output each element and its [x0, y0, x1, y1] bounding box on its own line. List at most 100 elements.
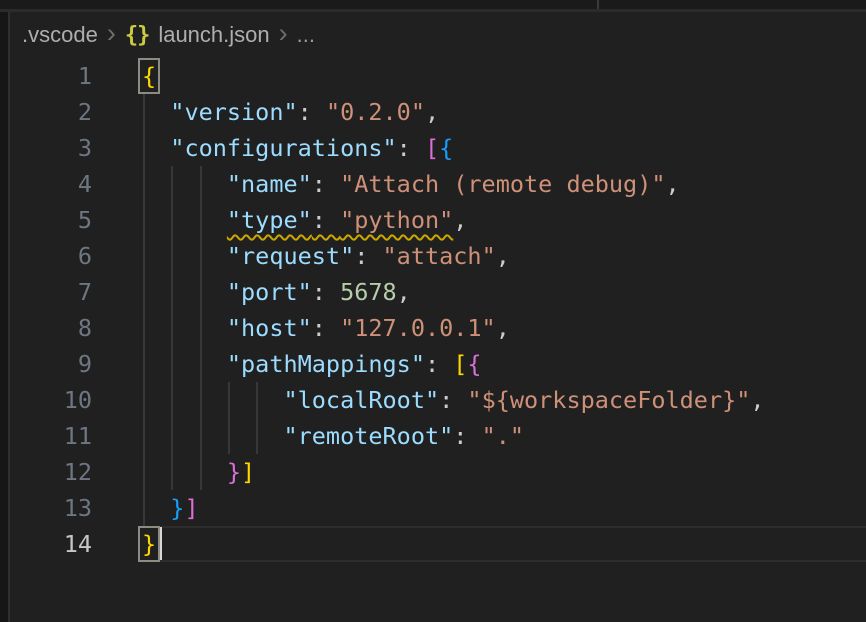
- gutter: 1234567891011121314: [10, 58, 92, 562]
- code-token: [142, 98, 170, 126]
- code-token: "127.0.0.1": [340, 314, 496, 342]
- code-token: ]: [241, 458, 255, 486]
- code-line[interactable]: "host": "127.0.0.1",: [142, 310, 866, 346]
- text-cursor: [159, 527, 162, 560]
- code-token: ,: [750, 386, 764, 414]
- code-line[interactable]: }]: [142, 490, 866, 526]
- code-token: [: [453, 350, 467, 378]
- line-number[interactable]: 12: [10, 454, 92, 490]
- code-token: [142, 242, 227, 270]
- code-token: "host": [227, 314, 312, 342]
- code-token: 5678: [340, 278, 397, 306]
- code-line[interactable]: "remoteRoot": ".": [142, 418, 866, 454]
- code-token: [142, 206, 227, 234]
- code-token: :: [354, 242, 382, 270]
- code-token: :: [425, 350, 453, 378]
- code-token: [142, 494, 170, 522]
- code-editor[interactable]: 1234567891011121314 { "version": "0.2.0"…: [10, 58, 866, 562]
- code-token: ".": [482, 422, 524, 450]
- code-token: }: [170, 494, 184, 522]
- line-number[interactable]: 1: [10, 58, 92, 94]
- breadcrumb-item-file[interactable]: launch.json: [158, 22, 269, 48]
- code-line[interactable]: "name": "Attach (remote debug)",: [142, 166, 866, 202]
- code-token: "port": [227, 278, 312, 306]
- line-number[interactable]: 5: [10, 202, 92, 238]
- line-number[interactable]: 7: [10, 274, 92, 310]
- code-token: :: [312, 278, 340, 306]
- code-line[interactable]: }: [142, 526, 866, 562]
- code-token: :: [453, 422, 481, 450]
- code-token: ,: [496, 242, 510, 270]
- code-token: :: [312, 170, 340, 198]
- breadcrumb-item-folder[interactable]: .vscode: [22, 22, 98, 48]
- code-token: [142, 314, 227, 342]
- code-token: "0.2.0": [326, 98, 425, 126]
- line-number[interactable]: 4: [10, 166, 92, 202]
- code-token: [142, 350, 227, 378]
- left-rail: [0, 12, 8, 622]
- breadcrumb: .vscode › {} launch.json › ...: [10, 12, 866, 58]
- line-number[interactable]: 10: [10, 382, 92, 418]
- code-token: "configurations": [170, 134, 396, 162]
- code-token: [142, 134, 170, 162]
- code-token: ,: [397, 278, 411, 306]
- code-token: "localRoot": [283, 386, 439, 414]
- code-line[interactable]: "pathMappings": [{: [142, 346, 866, 382]
- code-token: "version": [170, 98, 297, 126]
- code-token: [142, 458, 227, 486]
- line-number[interactable]: 8: [10, 310, 92, 346]
- chevron-right-icon: ›: [279, 20, 288, 51]
- code-token: [: [425, 134, 439, 162]
- code-line[interactable]: "configurations": [{: [142, 130, 866, 166]
- tab-bar: [0, 0, 866, 9]
- code-token: [142, 422, 283, 450]
- breadcrumb-symbol-ellipsis[interactable]: ...: [297, 22, 315, 48]
- warning-squiggle: "type": "python": [227, 206, 453, 234]
- tab-divider: [597, 0, 599, 9]
- code-token: [142, 170, 227, 198]
- code-line[interactable]: "version": "0.2.0",: [142, 94, 866, 130]
- code-token: "${workspaceFolder}": [467, 386, 750, 414]
- line-number[interactable]: 14: [10, 526, 92, 562]
- code-token: [142, 386, 283, 414]
- code-token: "type": [227, 206, 312, 234]
- code-token: "pathMappings": [227, 350, 425, 378]
- code-token: :: [439, 386, 467, 414]
- code-line[interactable]: "localRoot": "${workspaceFolder}",: [142, 382, 866, 418]
- line-number[interactable]: 9: [10, 346, 92, 382]
- code-token: "Attach (remote debug)": [340, 170, 665, 198]
- code-token: :: [397, 134, 425, 162]
- code-token: {: [467, 350, 481, 378]
- matched-bracket: {: [142, 62, 156, 90]
- code-line[interactable]: "type": "python",: [142, 202, 866, 238]
- line-number[interactable]: 2: [10, 94, 92, 130]
- code-token: ,: [666, 170, 680, 198]
- code-line[interactable]: "port": 5678,: [142, 274, 866, 310]
- code-token: "remoteRoot": [283, 422, 453, 450]
- code-line[interactable]: "request": "attach",: [142, 238, 866, 274]
- line-number[interactable]: 13: [10, 490, 92, 526]
- line-number[interactable]: 3: [10, 130, 92, 166]
- vscode-editor-window: .vscode › {} launch.json › ... 123456789…: [0, 0, 866, 622]
- code-token: :: [312, 206, 340, 234]
- code-token: "python": [340, 206, 453, 234]
- code-token: [142, 278, 227, 306]
- code-token: ,: [425, 98, 439, 126]
- code-token: "request": [227, 242, 354, 270]
- code-token: "attach": [383, 242, 496, 270]
- line-number[interactable]: 6: [10, 238, 92, 274]
- code-token: "name": [227, 170, 312, 198]
- line-number[interactable]: 11: [10, 418, 92, 454]
- matched-bracket: }: [142, 530, 156, 558]
- code-line[interactable]: {: [142, 58, 866, 94]
- code-token: :: [312, 314, 340, 342]
- code-line[interactable]: }]: [142, 454, 866, 490]
- code-token: }: [227, 458, 241, 486]
- json-file-icon: {}: [125, 23, 150, 48]
- code-token: ,: [496, 314, 510, 342]
- code-token: :: [298, 98, 326, 126]
- chevron-right-icon: ›: [107, 20, 116, 51]
- code-token: {: [439, 134, 453, 162]
- code-token: ,: [453, 206, 467, 234]
- code-token: ]: [184, 494, 198, 522]
